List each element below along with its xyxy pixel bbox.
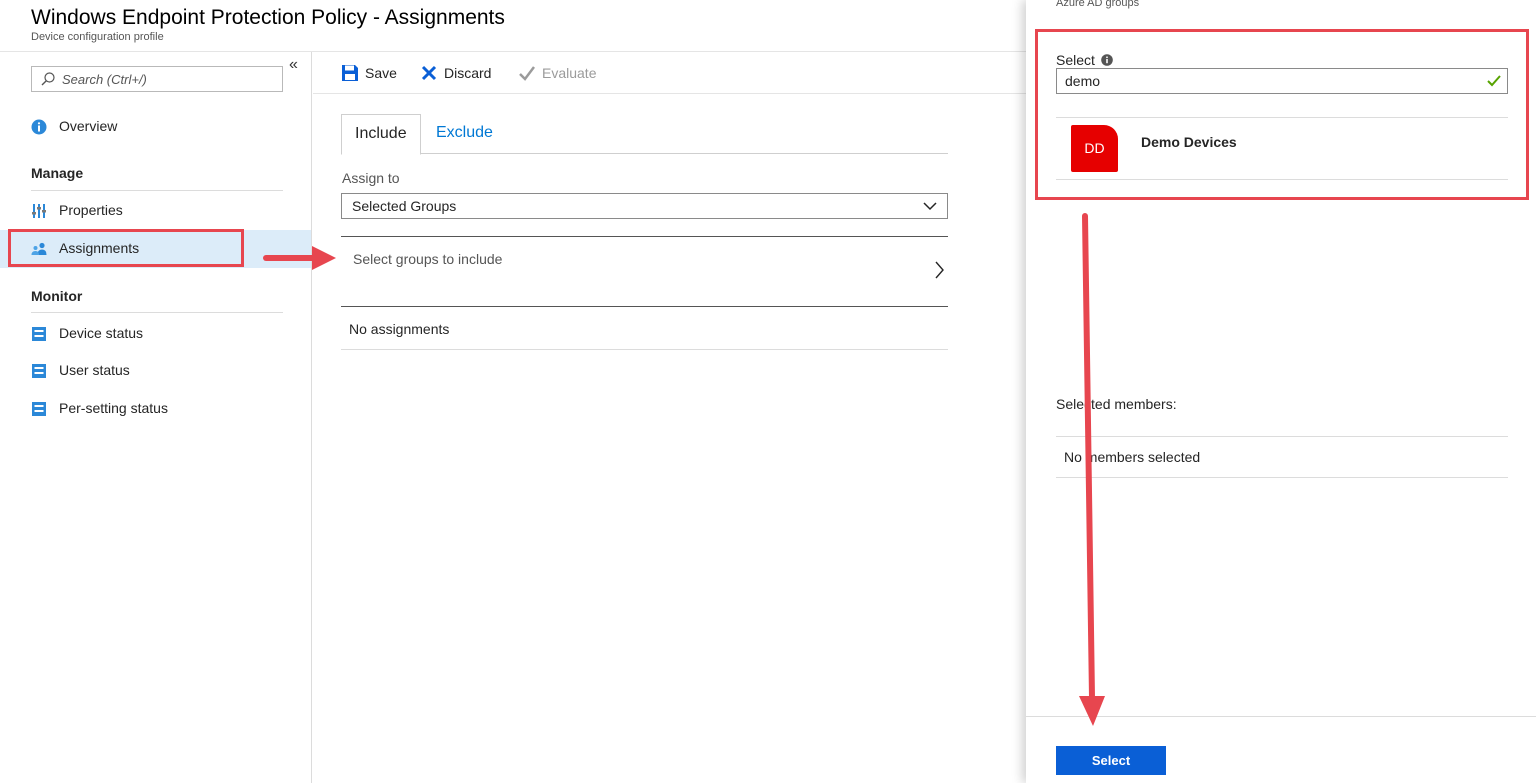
assign-to-label: Assign to <box>342 170 400 186</box>
collapse-sidebar-button[interactable]: « <box>289 56 298 74</box>
discard-button[interactable]: Discard <box>420 63 491 83</box>
sidebar-item-user-status[interactable]: User status <box>0 352 311 390</box>
checkmark-icon <box>519 66 535 81</box>
sidebar-item-device-status[interactable]: Device status <box>0 315 311 353</box>
chevron-down-icon <box>923 202 937 211</box>
sidebar-item-label: Properties <box>59 202 123 218</box>
page-subtitle: Device configuration profile <box>31 31 164 43</box>
floppy-disk-icon <box>342 65 358 81</box>
save-label: Save <box>365 65 397 81</box>
sidebar-item-label: Device status <box>59 325 144 341</box>
select-groups-blade: Azure AD groups Select DD Demo Devices S… <box>1026 0 1536 783</box>
sidebar-item-label: Per-setting status <box>59 400 168 416</box>
assign-to-value: Selected Groups <box>352 198 457 214</box>
highlight-box-assignments <box>8 229 244 267</box>
highlight-box-group-search <box>1035 29 1529 200</box>
section-divider <box>31 190 283 191</box>
main-content: Save Discard Evaluate Include Exclude As… <box>313 52 1026 783</box>
command-bar: Save Discard Evaluate <box>313 52 1026 94</box>
search-input[interactable] <box>62 69 277 89</box>
members-divider <box>1056 436 1508 437</box>
section-heading-monitor: Monitor <box>31 288 83 304</box>
discard-label: Discard <box>444 65 492 81</box>
report-icon <box>32 402 46 416</box>
members-divider <box>1056 477 1508 478</box>
sidebar-item-per-setting-status[interactable]: Per-setting status <box>0 390 311 428</box>
tab-exclude[interactable]: Exclude <box>423 114 506 154</box>
report-icon <box>32 364 46 378</box>
sliders-icon <box>32 204 46 218</box>
sidebar-item-label: Overview <box>59 118 118 134</box>
page-title: Windows Endpoint Protection Policy - Ass… <box>31 6 505 29</box>
no-assignments-text: No assignments <box>349 321 450 337</box>
blade-footer-divider <box>1026 716 1536 717</box>
report-icon <box>32 327 46 341</box>
sidebar-item-overview[interactable]: Overview <box>0 108 311 146</box>
search-icon <box>41 72 55 86</box>
x-icon <box>421 65 437 81</box>
assign-to-dropdown[interactable]: Selected Groups <box>341 193 948 219</box>
no-members-text: No members selected <box>1064 449 1201 465</box>
selected-members-label: Selected members: <box>1056 396 1177 412</box>
section-heading-manage: Manage <box>31 165 84 181</box>
sidebar-item-label: User status <box>59 362 130 378</box>
evaluate-label: Evaluate <box>542 65 597 81</box>
include-exclude-tabs: Include Exclude <box>341 114 948 155</box>
tab-include[interactable]: Include <box>341 114 421 155</box>
save-button[interactable]: Save <box>341 63 397 83</box>
info-icon <box>31 119 47 135</box>
blade-breadcrumb: Azure AD groups <box>1056 0 1140 9</box>
page-header: Windows Endpoint Protection Policy - Ass… <box>0 0 1026 52</box>
evaluate-button[interactable]: Evaluate <box>518 63 596 83</box>
sidebar: « Overview Manage Properties Assignments <box>0 52 312 783</box>
assignments-list: No assignments <box>341 307 948 350</box>
section-divider <box>31 312 283 313</box>
sidebar-item-properties[interactable]: Properties <box>0 192 311 230</box>
select-button[interactable]: Select <box>1056 746 1166 775</box>
select-groups-row[interactable]: Select groups to include <box>341 236 948 307</box>
select-groups-label: Select groups to include <box>353 251 503 267</box>
sidebar-search[interactable] <box>31 66 283 92</box>
chevron-right-icon <box>935 261 944 279</box>
